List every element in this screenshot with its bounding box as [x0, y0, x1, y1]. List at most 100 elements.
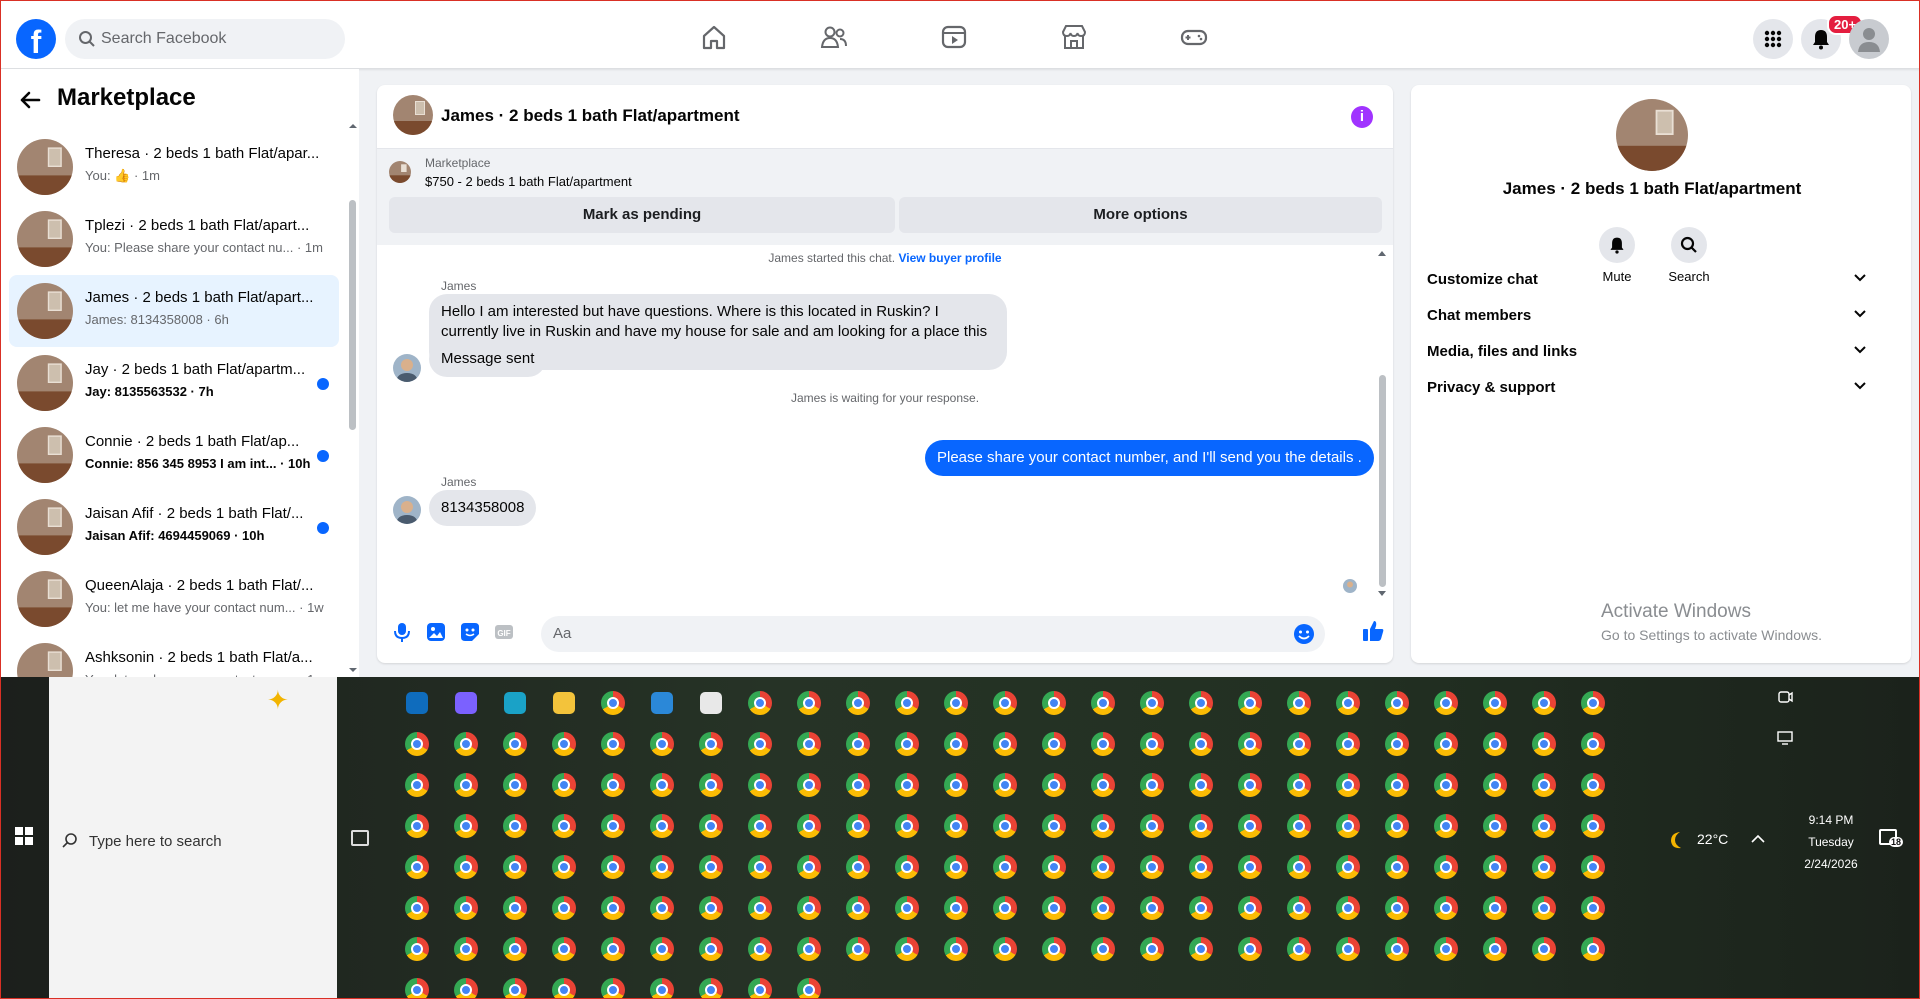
chrome-icon[interactable] [791, 685, 827, 721]
chrome-icon[interactable] [1477, 808, 1513, 844]
buyer-avatar[interactable] [393, 354, 421, 382]
chrome-icon[interactable] [546, 890, 582, 926]
chrome-icon[interactable] [546, 767, 582, 803]
chrome-icon[interactable] [644, 849, 680, 885]
chrome-icon[interactable] [938, 849, 974, 885]
chrome-icon[interactable] [399, 931, 435, 967]
chrome-icon[interactable] [742, 849, 778, 885]
chrome-icon[interactable] [1330, 767, 1366, 803]
chrome-icon[interactable] [497, 849, 533, 885]
emoji-icon[interactable] [1293, 623, 1315, 645]
chrome-icon[interactable] [448, 931, 484, 967]
marketplace-icon[interactable] [1059, 23, 1089, 51]
chrome-icon[interactable] [1281, 726, 1317, 762]
chrome-icon[interactable] [448, 849, 484, 885]
scroll-up-icon[interactable] [1377, 249, 1387, 257]
listing-title[interactable]: $750 - 2 beds 1 bath Flat/apartment [425, 174, 632, 189]
chrome-icon[interactable] [1330, 849, 1366, 885]
chrome-icon[interactable] [742, 808, 778, 844]
chrome-icon[interactable] [938, 726, 974, 762]
view-buyer-profile-link[interactable]: View buyer profile [898, 251, 1001, 265]
chrome-icon[interactable] [399, 726, 435, 762]
chrome-icon[interactable] [1477, 890, 1513, 926]
chrome-icon[interactable] [1379, 849, 1415, 885]
chrome-icon[interactable] [1330, 685, 1366, 721]
edge-icon[interactable] [497, 685, 533, 721]
chrome-icon[interactable] [987, 931, 1023, 967]
chrome-icon[interactable] [1526, 931, 1562, 967]
chrome-icon[interactable] [693, 808, 729, 844]
chrome-icon[interactable] [1330, 726, 1366, 762]
chrome-icon[interactable] [1183, 890, 1219, 926]
chrome-icon[interactable] [693, 726, 729, 762]
paint-icon[interactable] [693, 685, 729, 721]
chrome-icon[interactable] [889, 849, 925, 885]
chrome-icon[interactable] [1134, 767, 1170, 803]
my-message-bubble[interactable]: Please share your contact number, and I'… [925, 440, 1374, 476]
listing-thumbnail[interactable] [389, 161, 411, 183]
account-avatar[interactable] [1849, 19, 1889, 59]
chrome-icon[interactable] [742, 685, 778, 721]
chrome-icon[interactable] [1134, 808, 1170, 844]
message-bubble[interactable]: 8134358008 [429, 490, 537, 526]
chrome-icon[interactable] [448, 972, 484, 998]
chrome-icon[interactable] [791, 767, 827, 803]
chrome-icon[interactable] [1575, 685, 1611, 721]
chrome-icon[interactable] [889, 808, 925, 844]
chrome-icon[interactable] [1085, 808, 1121, 844]
chrome-icon[interactable] [840, 931, 876, 967]
chrome-icon[interactable] [399, 890, 435, 926]
chrome-icon[interactable] [1085, 685, 1121, 721]
chrome-icon[interactable] [644, 808, 680, 844]
moon-weather-icon[interactable] [1665, 829, 1687, 851]
chrome-icon[interactable] [742, 972, 778, 998]
chrome-icon[interactable] [644, 890, 680, 926]
weather-temp[interactable]: 22°C [1697, 831, 1728, 847]
chrome-icon[interactable] [938, 685, 974, 721]
desktop-icon[interactable] [1777, 730, 1793, 746]
chrome-icon[interactable] [644, 931, 680, 967]
outlook-icon[interactable] [399, 685, 435, 721]
chrome-icon[interactable] [693, 972, 729, 998]
chrome-icon[interactable] [987, 890, 1023, 926]
chrome-icon[interactable] [889, 931, 925, 967]
chrome-icon[interactable] [1428, 726, 1464, 762]
chrome-icon[interactable] [595, 972, 631, 998]
chrome-icon[interactable] [840, 890, 876, 926]
chrome-icon[interactable] [1232, 849, 1268, 885]
chrome-icon[interactable] [644, 767, 680, 803]
chrome-icon[interactable] [1036, 849, 1072, 885]
chrome-icon[interactable] [693, 931, 729, 967]
chrome-icon[interactable] [1575, 849, 1611, 885]
chrome-icon[interactable] [1232, 808, 1268, 844]
chrome-icon[interactable] [1477, 685, 1513, 721]
chrome-icon[interactable] [1575, 808, 1611, 844]
chrome-icon[interactable] [1379, 890, 1415, 926]
chrome-icon[interactable] [497, 931, 533, 967]
task-view-icon[interactable] [351, 830, 369, 846]
chrome-icon[interactable] [987, 808, 1023, 844]
chrome-icon[interactable] [1428, 890, 1464, 926]
chrome-icon[interactable] [399, 767, 435, 803]
conversation-item[interactable]: Connie · 2 beds 1 bath Flat/ap... Connie:… [9, 419, 339, 491]
chrome-icon[interactable] [595, 931, 631, 967]
back-arrow-icon[interactable] [19, 89, 41, 111]
sparkle-icon[interactable]: ✦ [267, 685, 289, 716]
chrome-icon[interactable] [497, 972, 533, 998]
chrome-icon[interactable] [1281, 767, 1317, 803]
chrome-icon[interactable] [840, 767, 876, 803]
chrome-icon[interactable] [742, 890, 778, 926]
chrome-icon[interactable] [742, 726, 778, 762]
chrome-icon[interactable] [1330, 931, 1366, 967]
meet-now-icon[interactable] [1777, 689, 1793, 705]
chrome-icon[interactable] [1477, 849, 1513, 885]
chrome-icon[interactable] [1036, 931, 1072, 967]
chrome-icon[interactable] [1183, 808, 1219, 844]
chrome-icon[interactable] [840, 849, 876, 885]
chrome-icon[interactable] [1232, 767, 1268, 803]
chrome-icon[interactable] [938, 931, 974, 967]
conversation-item[interactable]: Theresa · 2 beds 1 bath Flat/apar... You:… [9, 131, 339, 203]
chrome-icon[interactable] [987, 767, 1023, 803]
chrome-icon[interactable] [448, 808, 484, 844]
chrome-icon[interactable] [1232, 685, 1268, 721]
